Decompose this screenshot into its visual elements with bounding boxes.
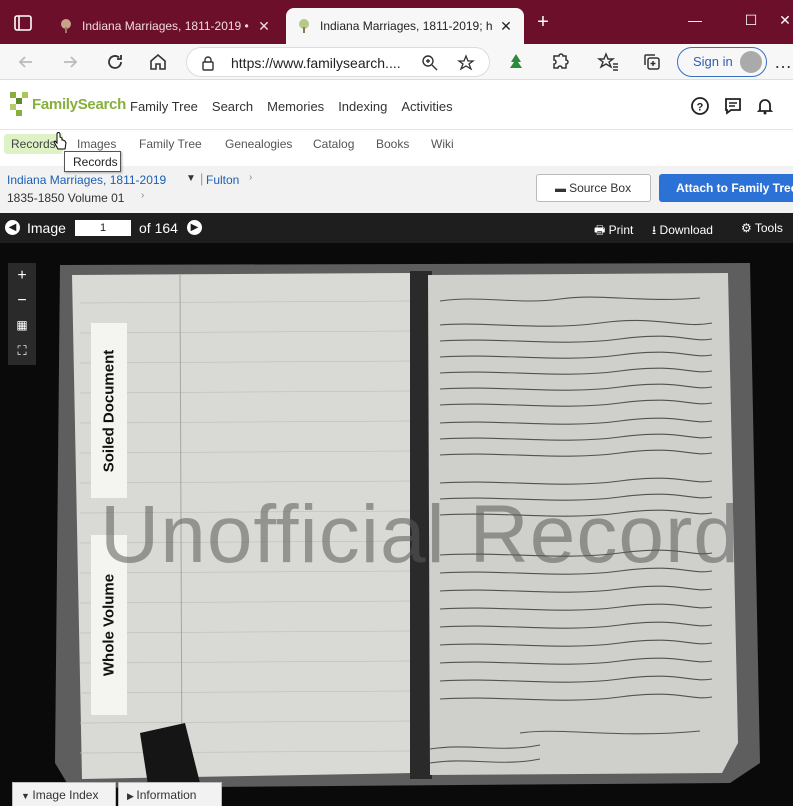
nav-memories[interactable]: Memories [267, 99, 324, 114]
nav-activities[interactable]: Activities [401, 99, 452, 114]
familysearch-tree-icon [299, 19, 309, 33]
avatar [740, 51, 762, 73]
extension-tree-icon[interactable] [504, 50, 528, 74]
tools-label: Tools [754, 221, 783, 235]
nav-indexing[interactable]: Indexing [338, 99, 387, 114]
hand-cursor-icon [53, 132, 67, 150]
zoom-in-icon[interactable]: + [8, 263, 36, 288]
familysearch-tree-icon [10, 92, 28, 116]
breadcrumb: Indiana Marriages, 1811-2019 ▼ | Fulton … [0, 166, 793, 213]
home-icon[interactable] [146, 50, 170, 74]
image-number-input[interactable] [75, 220, 131, 236]
subnav-wiki[interactable]: Wiki [431, 137, 454, 151]
close-window-icon[interactable]: ✕ [775, 12, 793, 32]
download-button[interactable]: ⭳ Download [652, 221, 713, 242]
fullscreen-icon[interactable]: ⛶ [8, 338, 36, 363]
print-button[interactable]: 🖶 Print [594, 221, 633, 242]
source-box-label: Source Box [569, 181, 632, 195]
maximize-icon[interactable]: ☐ [741, 12, 761, 32]
familysearch-logo[interactable]: FamilySearch [8, 89, 126, 119]
zoom-controls: + − ▦ ⛶ [8, 263, 36, 365]
source-box-button[interactable]: ▬ Source Box [536, 174, 651, 202]
subnav-images[interactable]: Images [77, 137, 116, 151]
refresh-icon[interactable] [103, 50, 127, 74]
chevron-down-icon: ▼ [21, 791, 33, 801]
browser-tab-2[interactable]: Indiana Marriages, 1811-2019; ht ✕ [286, 8, 524, 44]
image-index-label: Image Index [32, 788, 99, 802]
image-viewer-toolbar: ◀ Image of 164 ▶ 🖶 Print ⭳ Download ⚙ To… [0, 213, 793, 243]
tab-title: Indiana Marriages, 1811-2019; ht [320, 19, 492, 33]
subnav-books[interactable]: Books [376, 137, 409, 151]
messages-icon[interactable] [723, 96, 743, 116]
breadcrumb-divider: | [200, 171, 204, 186]
minimize-icon[interactable]: — [685, 12, 705, 32]
chevron-right-icon: ▶ [127, 791, 137, 801]
nav-family-tree[interactable]: Family Tree [130, 99, 198, 114]
browser-tab-bar: Indiana Marriages, 1811-2019 • F ✕ India… [0, 0, 793, 44]
close-icon[interactable]: ✕ [256, 18, 272, 35]
image-count: of 164 [139, 220, 178, 236]
chevron-right-icon[interactable]: › [249, 172, 252, 183]
attach-label: Attach to Family Tree [676, 181, 793, 195]
breadcrumb-collection[interactable]: Indiana Marriages, 1811-2019 [7, 173, 166, 187]
grid-view-icon[interactable]: ▦ [8, 313, 36, 338]
favorites-icon[interactable] [596, 50, 620, 74]
breadcrumb-volume[interactable]: 1835-1850 Volume 01 [7, 191, 124, 205]
information-label: Information [136, 788, 197, 802]
download-label: Download [659, 223, 713, 237]
bottom-panel-tabs: ▼ Image Index ▶ Information [0, 782, 793, 806]
forward-icon[interactable] [58, 50, 82, 74]
url-text[interactable]: https://www.familysearch.... [231, 55, 401, 71]
tab-actions-icon[interactable] [10, 12, 36, 34]
soiled-document-label: Soiled Document [91, 323, 127, 498]
records-tooltip: Records [64, 151, 121, 172]
add-favorite-icon[interactable] [457, 54, 475, 72]
tab-title: Indiana Marriages, 1811-2019 • F [82, 19, 250, 33]
sign-in-label: Sign in [693, 54, 733, 69]
source-box-icon: ▬ [555, 183, 570, 195]
zoom-out-icon[interactable]: − [8, 288, 36, 313]
tools-icon: ⚙ [741, 221, 755, 235]
more-menu-icon[interactable]: … [774, 52, 792, 73]
subnav-genealogies[interactable]: Genealogies [225, 137, 292, 151]
new-tab-button[interactable]: + [532, 12, 554, 34]
site-header: FamilySearch Family Tree Search Memories… [0, 80, 793, 130]
image-viewer[interactable]: Soiled Document Whole Volume Unofficial … [0, 243, 793, 806]
subnav-family-tree[interactable]: Family Tree [139, 137, 202, 151]
notifications-icon[interactable] [755, 96, 775, 116]
previous-image-icon[interactable]: ◀ [5, 220, 20, 235]
logo-text: FamilySearch [32, 95, 126, 113]
browser-toolbar: https://www.familysearch.... Sign in … [0, 44, 793, 80]
extensions-icon[interactable] [548, 50, 572, 74]
chevron-down-icon[interactable]: ▼ [186, 173, 196, 184]
back-icon[interactable] [14, 50, 38, 74]
image-index-tab[interactable]: ▼ Image Index [12, 782, 116, 806]
browser-tab-1[interactable]: Indiana Marriages, 1811-2019 • F ✕ [48, 8, 282, 44]
attach-to-family-tree-button[interactable]: Attach to Family Tree [659, 174, 793, 202]
main-nav: Family Tree Search Memories Indexing Act… [130, 99, 467, 114]
next-image-icon[interactable]: ▶ [187, 220, 202, 235]
help-icon[interactable]: ? [690, 96, 710, 116]
collections-icon[interactable] [640, 50, 664, 74]
svg-text:?: ? [697, 102, 704, 114]
soiled-document-text: Soiled Document [100, 349, 118, 472]
print-icon: 🖶 [594, 223, 609, 237]
information-tab[interactable]: ▶ Information [118, 782, 222, 806]
nav-search[interactable]: Search [212, 99, 253, 114]
zoom-icon[interactable] [421, 54, 439, 72]
close-icon[interactable]: ✕ [498, 18, 514, 35]
tools-button[interactable]: ⚙ Tools [741, 221, 783, 235]
sign-in-button[interactable]: Sign in [677, 47, 767, 77]
whole-volume-text: Whole Volume [100, 573, 118, 677]
lock-icon[interactable] [201, 55, 215, 71]
print-label: Print [608, 223, 634, 237]
unofficial-record-watermark: Unofficial Record [100, 489, 740, 580]
breadcrumb-county[interactable]: Fulton [206, 173, 239, 187]
address-bar[interactable]: https://www.familysearch.... [186, 47, 490, 77]
familysearch-tree-icon [61, 19, 71, 33]
chevron-right-icon[interactable]: › [141, 190, 144, 201]
subnav-catalog[interactable]: Catalog [313, 137, 354, 151]
image-label: Image [27, 220, 66, 236]
download-icon: ⭳ [652, 223, 660, 237]
